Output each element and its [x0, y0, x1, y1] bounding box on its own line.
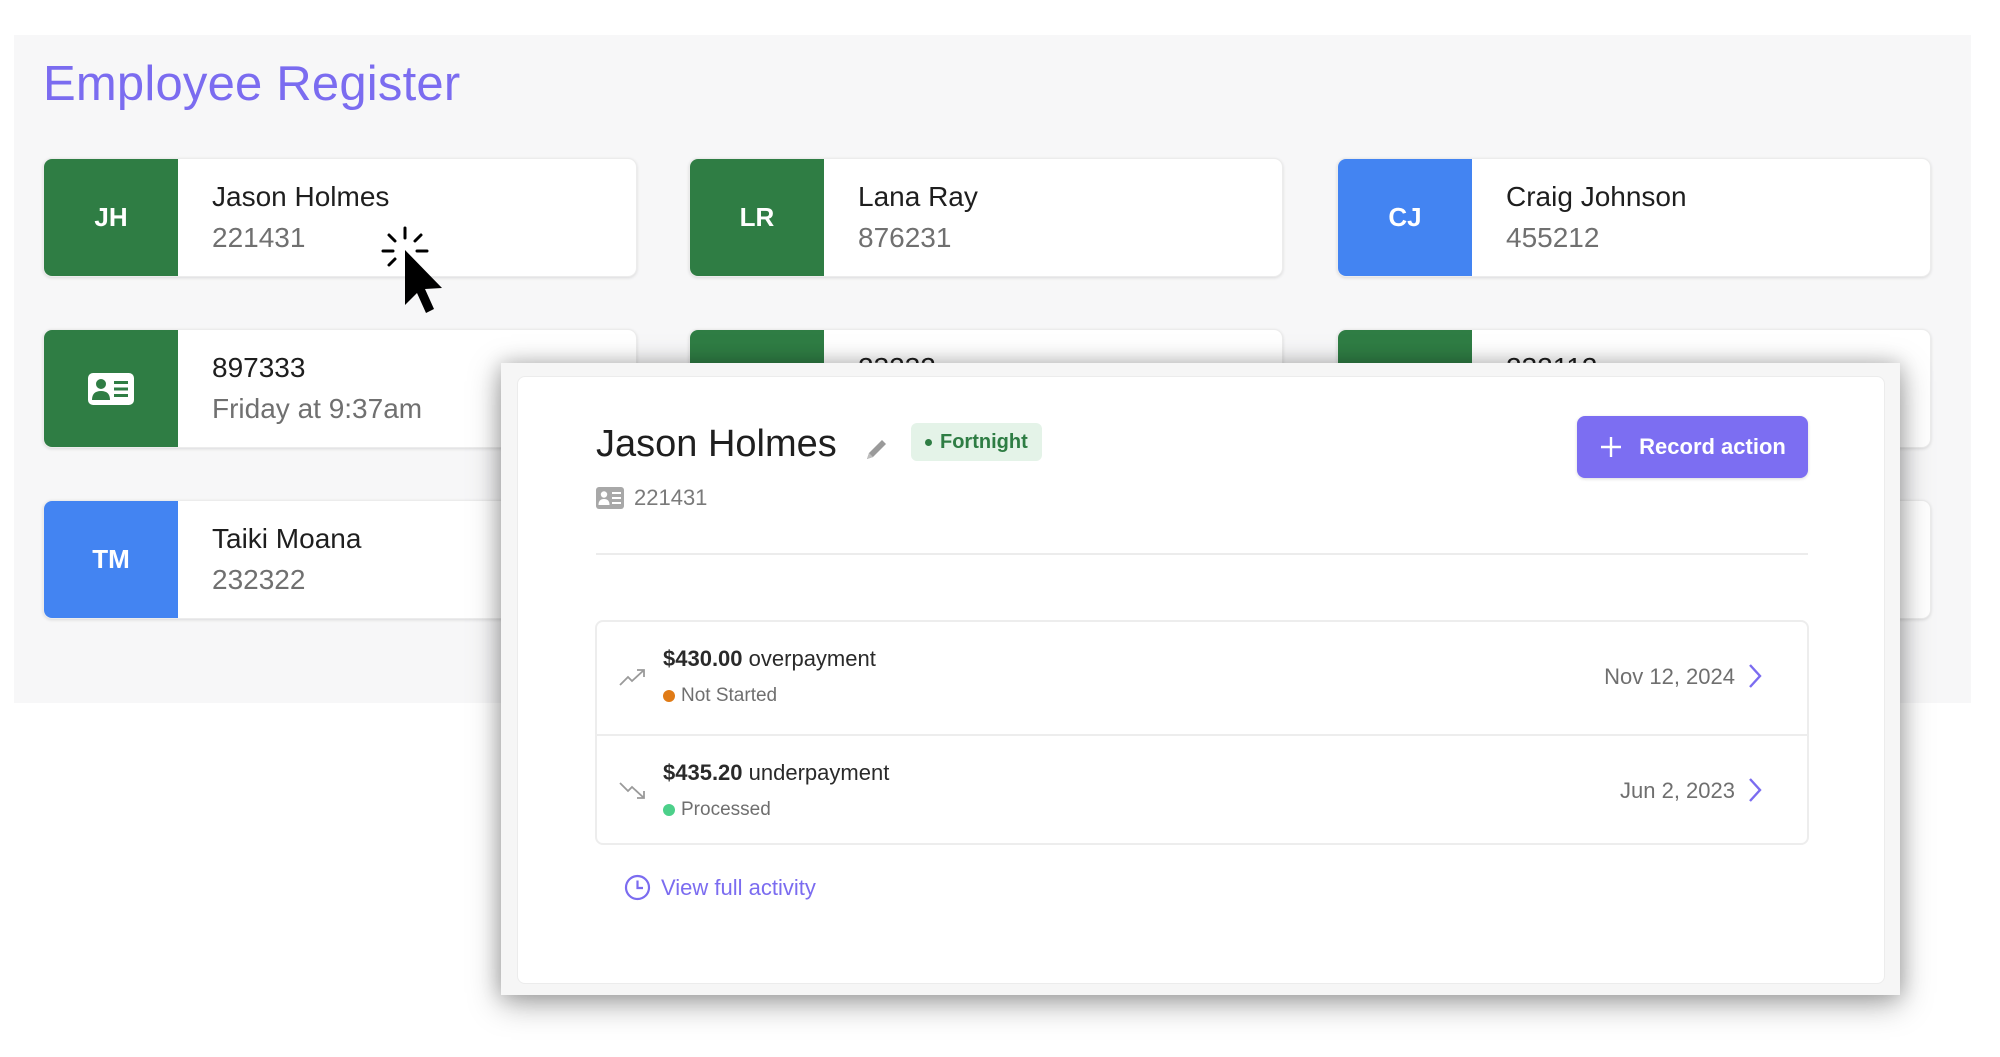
- employee-id-value: 221431: [634, 485, 708, 510]
- avatar: [44, 330, 178, 447]
- chevron-right-icon[interactable]: [1747, 662, 1763, 690]
- activity-status: Processed: [663, 799, 771, 821]
- mouse-cursor-icon: [381, 226, 442, 313]
- pay-frequency-badge: Fortnight: [911, 423, 1042, 461]
- employee-card[interactable]: CJ Craig Johnson 455212: [1337, 158, 1931, 277]
- avatar: JH: [44, 159, 178, 276]
- employee-detail-modal: Jason Holmes Fortnight 221431 Record act…: [501, 363, 1900, 995]
- employee-name: 897333: [212, 352, 306, 383]
- record-action-label: Record action: [1639, 434, 1786, 459]
- employee-id: 221431: [212, 222, 306, 253]
- activity-date: Nov 12, 2024: [1604, 664, 1735, 689]
- status-dot-icon: [663, 804, 675, 816]
- trending-down-icon: [619, 782, 645, 799]
- employee-name: Lana Ray: [858, 181, 978, 212]
- employee-name: Craig Johnson: [1506, 181, 1687, 212]
- employee-card[interactable]: LR Lana Ray 876231: [689, 158, 1283, 277]
- badge-dot-icon: [925, 438, 932, 446]
- page-title: Employee Register: [43, 57, 461, 111]
- employee-name: Taiki Moana: [212, 523, 362, 554]
- employee-id: 455212: [1506, 222, 1600, 253]
- divider: [596, 553, 1808, 555]
- badge-label: Fortnight: [940, 430, 1028, 453]
- employee-name: Jason Holmes: [212, 181, 390, 212]
- activity-status: Not Started: [663, 685, 777, 707]
- employee-id: 232322: [212, 564, 306, 595]
- view-full-activity-link[interactable]: View full activity: [624, 874, 816, 901]
- avatar: LR: [690, 159, 824, 276]
- id-card-icon: [88, 372, 134, 405]
- pencil-edit-icon[interactable]: [863, 437, 889, 463]
- plus-icon: [1601, 437, 1622, 457]
- avatar: CJ: [1338, 159, 1472, 276]
- record-action-button[interactable]: Record action: [1577, 416, 1808, 478]
- activity-row[interactable]: $430.00 overpayment Not Started Nov 12, …: [597, 622, 1807, 733]
- activity-row[interactable]: $435.20 underpayment Processed Jun 2, 20…: [597, 734, 1807, 847]
- chevron-right-icon[interactable]: [1747, 776, 1763, 804]
- status-dot-icon: [663, 690, 675, 702]
- activity-amount: $430.00 overpayment: [663, 646, 876, 671]
- activity-amount: $435.20 underpayment: [663, 760, 890, 785]
- activity-list: $430.00 overpayment Not Started Nov 12, …: [595, 620, 1809, 845]
- avatar: TM: [44, 501, 178, 618]
- activity-date: Jun 2, 2023: [1620, 778, 1735, 803]
- detail-employee-id: 221431: [596, 485, 707, 511]
- view-full-activity-label: View full activity: [661, 874, 816, 900]
- id-card-icon: [596, 487, 624, 509]
- detail-employee-name: Jason Holmes: [596, 423, 837, 465]
- clock-icon: [624, 874, 651, 901]
- employee-card[interactable]: JH Jason Holmes 221431: [43, 158, 637, 277]
- trending-up-icon: [619, 669, 645, 686]
- employee-last-seen: Friday at 9:37am: [212, 393, 423, 424]
- employee-detail-panel: Jason Holmes Fortnight 221431 Record act…: [517, 376, 1885, 984]
- employee-id: 876231: [858, 222, 952, 253]
